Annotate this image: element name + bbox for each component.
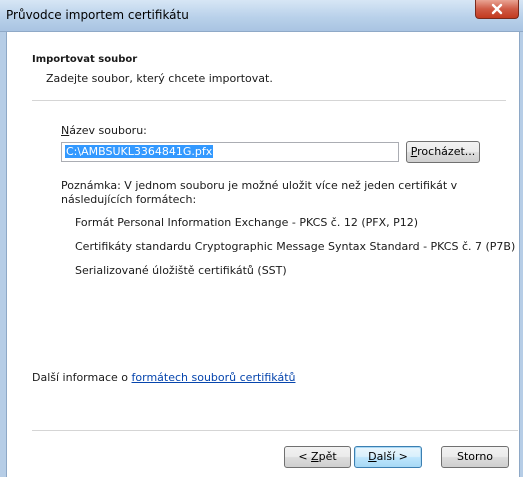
page-subtitle: Zadejte soubor, který chcete importovat. — [46, 72, 273, 85]
format-item-p7b: Certifikáty standardu Cryptographic Mess… — [75, 240, 516, 253]
file-name-value: C:\AMBSUKL3364841G.pfx — [65, 145, 214, 158]
file-name-label-rest: ázev souboru: — [69, 124, 147, 137]
back-button[interactable]: < Zpět — [284, 446, 351, 468]
next-button-rest: alší > — [376, 450, 408, 463]
format-item-pfx: Formát Personal Information Exchange - P… — [75, 216, 419, 229]
back-button-accel: Z — [311, 450, 319, 463]
file-name-label: Název souboru: — [61, 124, 147, 137]
close-icon — [491, 3, 503, 15]
cancel-button[interactable]: Storno — [441, 446, 509, 468]
next-button-accel: D — [368, 450, 377, 463]
title-bar: Průvodce importem certifikátu — [0, 0, 523, 32]
note-text: Poznámka: V jednom souboru je možné ulož… — [61, 179, 458, 206]
close-button[interactable] — [475, 0, 519, 19]
header-divider — [32, 100, 506, 102]
info-prefix: Další informace o — [32, 371, 132, 384]
format-item-sst: Serializované úložiště certifikátů (SST) — [75, 264, 287, 277]
window-frame-left — [0, 32, 7, 477]
page-title: Importovat soubor — [32, 54, 138, 65]
back-button-rest: pět — [318, 450, 337, 463]
window-frame-right — [519, 32, 523, 477]
info-text: Další informace o formátech souborů cert… — [32, 371, 295, 384]
window-title: Průvodce importem certifikátu — [6, 8, 189, 22]
browse-button[interactable]: Procházet... — [406, 141, 480, 163]
browse-button-rest: rocházet... — [417, 145, 476, 158]
footer-divider — [32, 430, 518, 432]
file-name-label-accel: N — [61, 124, 70, 137]
next-button[interactable]: Další > — [354, 446, 422, 468]
formats-link[interactable]: formátech souborů certifikátů — [132, 371, 296, 384]
back-button-prefix: < — [298, 450, 312, 463]
file-name-input[interactable]: C:\AMBSUKL3364841G.pfx — [61, 142, 399, 162]
